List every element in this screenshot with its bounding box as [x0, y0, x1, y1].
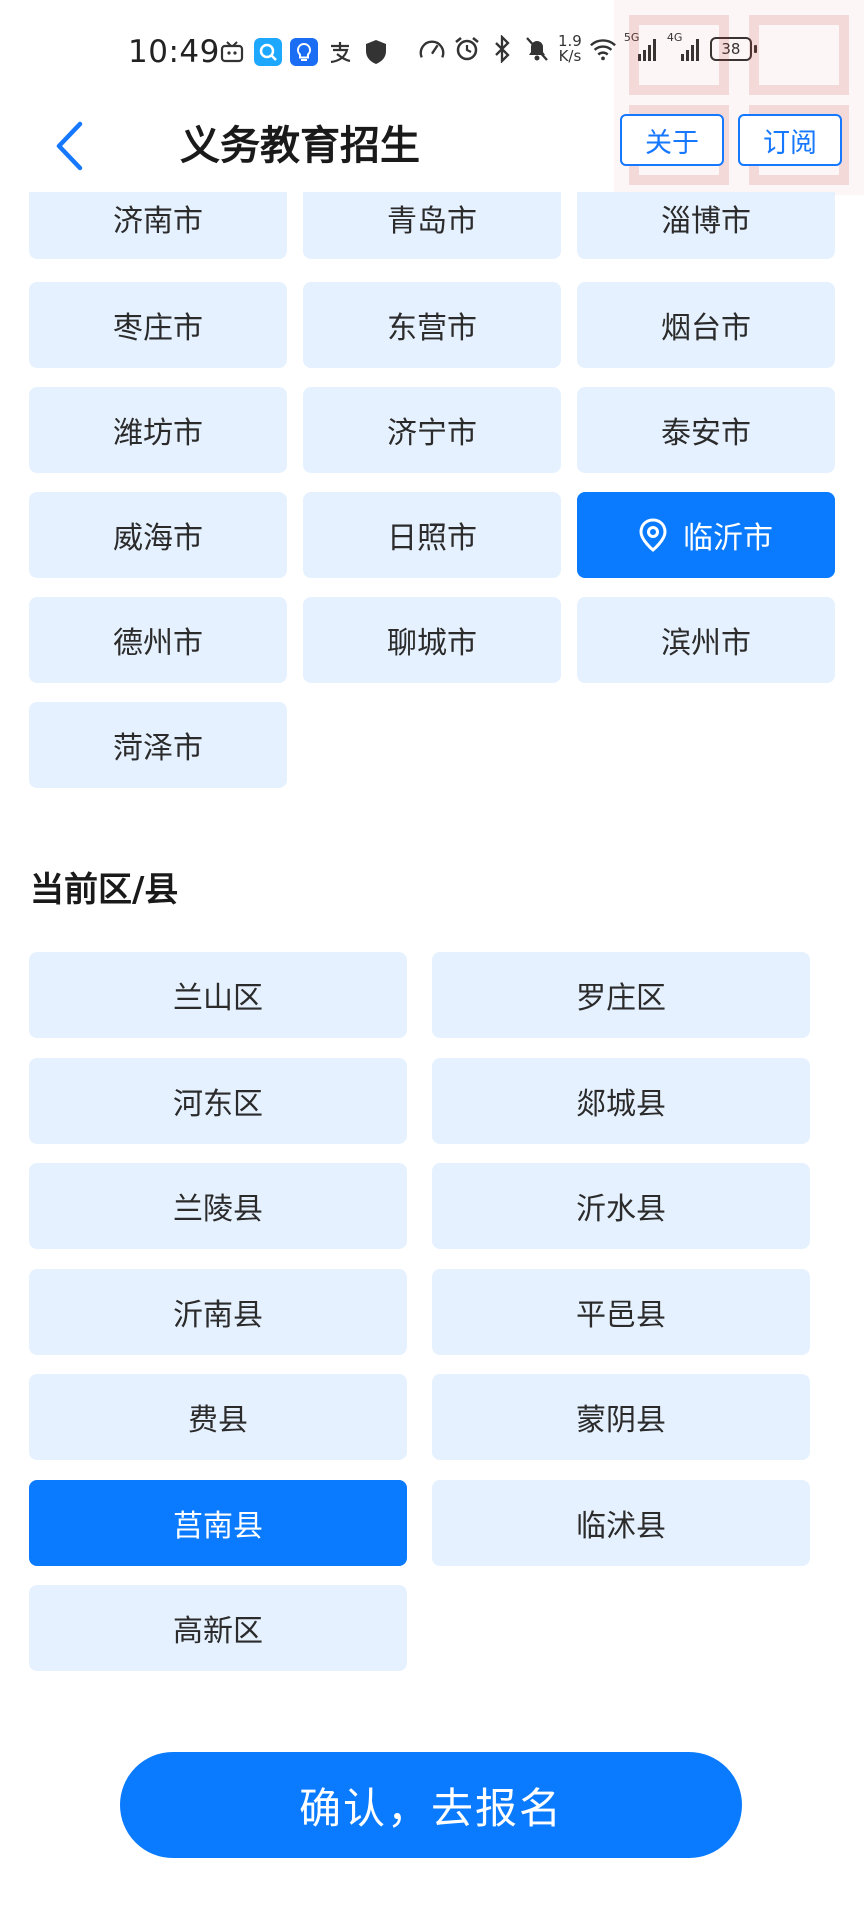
network-speed-unit: K/s [558, 47, 582, 65]
district-chip-label: 沂南县 [173, 1298, 263, 1333]
city-chip[interactable]: 枣庄市 [29, 282, 287, 368]
district-chip[interactable]: 兰陵县 [29, 1163, 407, 1249]
shield-icon [362, 38, 390, 66]
back-button[interactable] [44, 118, 94, 174]
city-chip-label: 菏泽市 [113, 731, 203, 766]
city-chip[interactable]: 淄博市 [577, 192, 835, 259]
signal-4g-icon: 4G [667, 31, 703, 63]
bluetooth-icon [488, 35, 516, 63]
district-chip[interactable]: 沂水县 [432, 1163, 810, 1249]
city-chip-label: 聊城市 [387, 626, 477, 661]
district-chip-label: 蒙阴县 [576, 1403, 666, 1438]
bulb-app-icon [290, 38, 318, 66]
district-chip-label: 临沭县 [576, 1509, 666, 1544]
location-pin-icon [639, 518, 667, 552]
city-chip[interactable]: 烟台市 [577, 282, 835, 368]
district-chip-label: 兰山区 [173, 981, 263, 1016]
district-chip[interactable]: 费县 [29, 1374, 407, 1460]
city-chip[interactable]: 聊城市 [303, 597, 561, 683]
city-chip[interactable]: 东营市 [303, 282, 561, 368]
city-chip-label: 临沂市 [683, 521, 773, 556]
district-section-title: 当前区/县 [30, 870, 179, 910]
city-chip-label: 青岛市 [387, 204, 477, 239]
district-chip-label: 费县 [188, 1403, 248, 1438]
city-chip-label: 济南市 [113, 204, 203, 239]
city-chip-label: 潍坊市 [113, 416, 203, 451]
status-time: 10:49 [128, 34, 220, 70]
wifi-icon [589, 35, 617, 63]
about-button[interactable]: 关于 [620, 114, 724, 166]
city-chip-label: 枣庄市 [113, 311, 203, 346]
alipay-icon [326, 38, 354, 66]
district-chip[interactable]: 莒南县 [29, 1480, 407, 1566]
district-chip-label: 莒南县 [173, 1509, 263, 1544]
confirm-signup-button[interactable]: 确认，去报名 [120, 1752, 742, 1858]
city-chip[interactable]: 日照市 [303, 492, 561, 578]
page-title: 义务教育招生 [180, 123, 420, 169]
tv-app-icon [218, 38, 246, 66]
city-chip-label: 济宁市 [387, 416, 477, 451]
district-chip[interactable]: 郯城县 [432, 1058, 810, 1144]
city-chip[interactable]: 潍坊市 [29, 387, 287, 473]
district-chip[interactable]: 平邑县 [432, 1269, 810, 1355]
signal-5g-label: 5G [623, 31, 640, 44]
district-chip[interactable]: 高新区 [29, 1585, 407, 1671]
battery-icon: 38 [709, 37, 757, 61]
city-chip[interactable]: 济宁市 [303, 387, 561, 473]
bell-muted-icon [523, 35, 551, 63]
status-bar: 10:49 1.9 K/s 5G 4G 38 [0, 0, 864, 195]
district-chip[interactable]: 蒙阴县 [432, 1374, 810, 1460]
city-chip[interactable]: 泰安市 [577, 387, 835, 473]
district-chip-label: 高新区 [173, 1614, 263, 1649]
district-chip-label: 沂水县 [576, 1192, 666, 1227]
subscribe-button[interactable]: 订阅 [738, 114, 842, 166]
city-chip-label: 威海市 [113, 521, 203, 556]
search-app-icon [254, 38, 282, 66]
city-chip[interactable]: 青岛市 [303, 192, 561, 259]
district-chip[interactable]: 沂南县 [29, 1269, 407, 1355]
district-chip-label: 郯城县 [576, 1087, 666, 1122]
signal-4g-label: 4G [666, 31, 683, 44]
speedometer-icon [418, 35, 446, 63]
city-chip-label: 东营市 [387, 311, 477, 346]
district-chip-label: 兰陵县 [173, 1192, 263, 1227]
city-chip[interactable]: 德州市 [29, 597, 287, 683]
network-speed: 1.9 K/s [558, 34, 582, 64]
system-icons: 1.9 K/s 5G 4G 38 [418, 31, 757, 64]
city-chip-label: 德州市 [113, 626, 203, 661]
notification-icons [218, 38, 390, 66]
district-chip-label: 河东区 [173, 1087, 263, 1122]
district-chip[interactable]: 兰山区 [29, 952, 407, 1038]
city-chip-label: 烟台市 [661, 311, 751, 346]
city-chip[interactable]: 滨州市 [577, 597, 835, 683]
district-chip-label: 罗庄区 [576, 981, 666, 1016]
signal-5g-icon: 5G [624, 31, 660, 63]
city-chip-label: 泰安市 [661, 416, 751, 451]
city-chip[interactable]: 临沂市 [577, 492, 835, 578]
chevron-left-icon [56, 121, 83, 171]
district-chip-label: 平邑县 [576, 1298, 666, 1333]
city-chip-label: 淄博市 [661, 204, 751, 239]
city-chip[interactable]: 菏泽市 [29, 702, 287, 788]
app-header: 义务教育招生 关于 订阅 [0, 100, 864, 192]
district-chip[interactable]: 河东区 [29, 1058, 407, 1144]
city-chip-label: 日照市 [387, 521, 477, 556]
city-chip[interactable]: 威海市 [29, 492, 287, 578]
alarm-icon [453, 35, 481, 63]
city-chip-label: 滨州市 [661, 626, 751, 661]
city-chip[interactable]: 济南市 [29, 192, 287, 259]
district-chip[interactable]: 临沭县 [432, 1480, 810, 1566]
district-chip[interactable]: 罗庄区 [432, 952, 810, 1038]
